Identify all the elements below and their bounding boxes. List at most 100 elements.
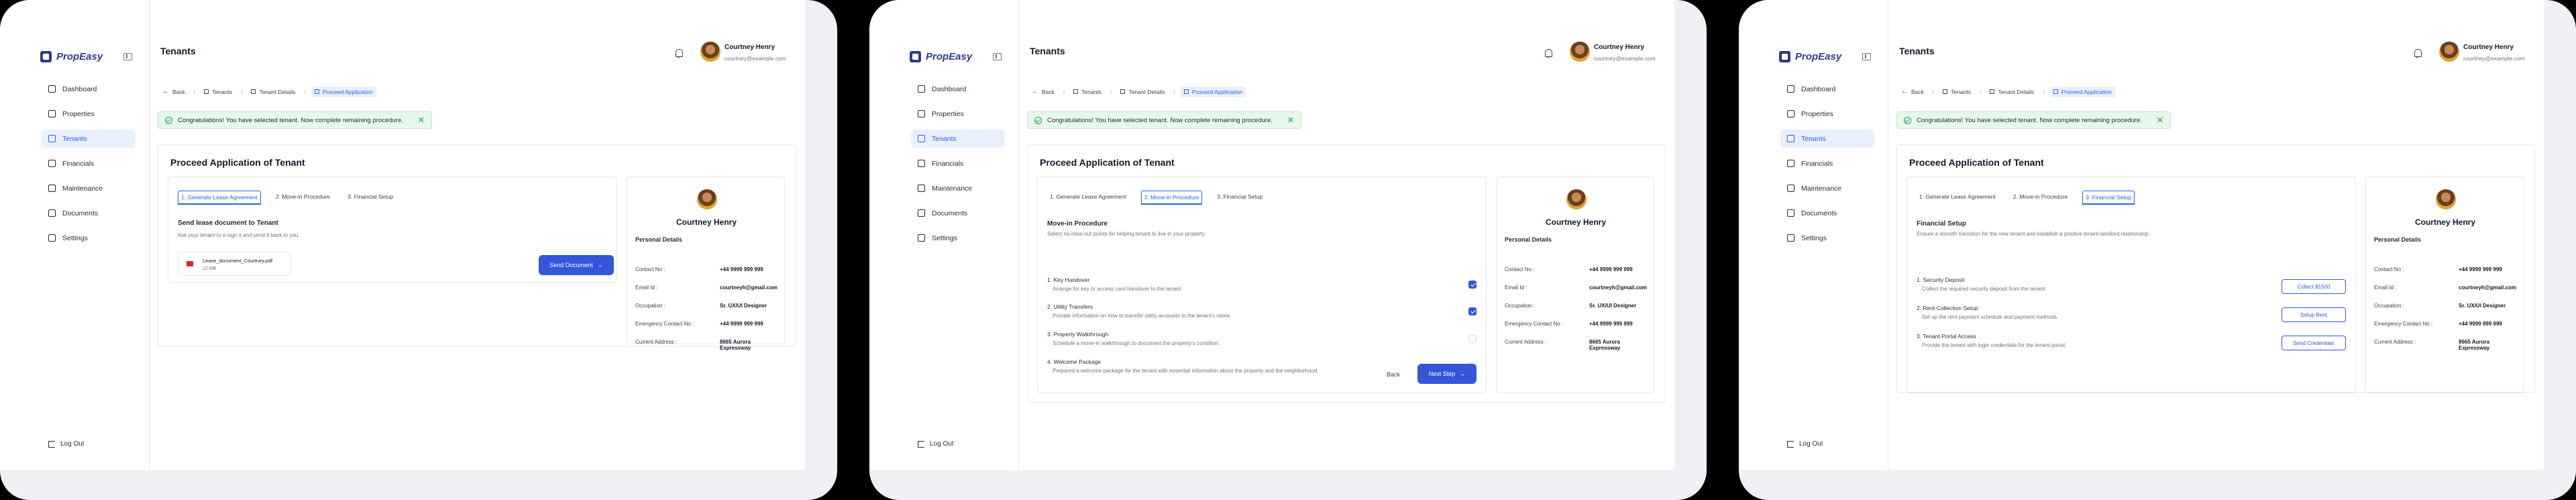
breadcrumb-item[interactable]: Tenants xyxy=(1070,87,1105,97)
sidebar-toggle-icon[interactable] xyxy=(993,53,1002,60)
close-icon[interactable]: ✕ xyxy=(2157,115,2163,125)
sidebar-item-documents[interactable]: Documents xyxy=(42,204,136,222)
bell-icon[interactable] xyxy=(674,48,683,58)
avatar[interactable] xyxy=(1570,42,1590,62)
move-in-step: 2. Utility Transfers Provide information… xyxy=(1047,303,1477,328)
step-checkbox[interactable] xyxy=(1468,281,1477,289)
sidebar-item-label: Financials xyxy=(1801,159,1833,168)
personal-detail-row: Current Address : 8665 Aurora Expressway xyxy=(2374,339,2522,351)
step-description: Set up the rent payment schedule and pay… xyxy=(1922,314,2059,320)
step-title: 1. Key Handover xyxy=(1047,277,1090,283)
tab-step-3[interactable]: 3. Financial Setup xyxy=(2082,191,2135,205)
sidebar-toggle-icon[interactable] xyxy=(123,53,132,60)
breadcrumb-item[interactable]: Tenant Details xyxy=(248,87,299,97)
sidebar-item-tenants[interactable]: Tenants xyxy=(1780,130,1874,148)
tab-step-1[interactable]: 1. Generate Lease Agreement xyxy=(178,191,261,205)
breadcrumb-item[interactable]: Tenants xyxy=(1939,87,1974,97)
sidebar-item-properties[interactable]: Properties xyxy=(1780,105,1874,123)
personal-detail-label: Email Id : xyxy=(1505,285,1527,291)
sidebar-item-dashboard[interactable]: Dashboard xyxy=(1780,80,1874,98)
personal-detail-value: Sr. UX/UI Designer xyxy=(720,303,767,309)
sidebar-item-label: Properties xyxy=(62,109,95,118)
breadcrumb-label: Proceed Application xyxy=(322,88,373,95)
step-checkbox[interactable] xyxy=(1468,307,1477,315)
sidebar-item-maintenance[interactable]: Maintenance xyxy=(42,179,136,197)
proceed-application-card: Proceed Application of Tenant 1. Generat… xyxy=(1896,144,2535,393)
sidebar-item-maintenance[interactable]: Maintenance xyxy=(1780,179,1874,197)
back-link[interactable]: ← Back xyxy=(1028,86,1058,97)
logout-button[interactable]: Log Out xyxy=(918,440,954,448)
sidebar-item-documents[interactable]: Documents xyxy=(1780,204,1874,222)
close-icon[interactable]: ✕ xyxy=(418,115,425,125)
sidebar-item-financials[interactable]: Financials xyxy=(911,154,1005,172)
sidebar-item-properties[interactable]: Properties xyxy=(911,105,1005,123)
personal-detail-label: Email Id : xyxy=(2374,285,2397,291)
breadcrumb-item: Proceed Application xyxy=(311,86,376,97)
sidebar-item-financials[interactable]: Financials xyxy=(42,154,136,172)
sidebar-item-maintenance[interactable]: Maintenance xyxy=(911,179,1005,197)
bell-icon[interactable] xyxy=(2413,48,2422,58)
tab-step-1[interactable]: 1. Generate Lease Agreement xyxy=(1917,191,1998,205)
personal-detail-label: Email Id : xyxy=(635,285,658,291)
sidebar-item-dashboard[interactable]: Dashboard xyxy=(42,80,136,98)
sidebar-item-label: Maintenance xyxy=(62,184,103,193)
tab-step-2[interactable]: 2. Move-in Procedure xyxy=(1140,191,1203,205)
back-link[interactable]: ← Back xyxy=(159,86,189,97)
sidebar-item-settings[interactable]: Settings xyxy=(911,229,1005,247)
breadcrumb-label: Proceed Application xyxy=(1191,88,1242,95)
tab-step-2[interactable]: 2. Move-in Procedure xyxy=(2010,191,2070,205)
next-step-button[interactable]: Next Step → xyxy=(1417,364,1477,384)
brand-logo[interactable]: PropEasy xyxy=(910,51,972,62)
logout-label: Log Out xyxy=(1799,440,1823,448)
wrench-icon xyxy=(48,185,56,192)
financial-action-button[interactable]: Send Credentials xyxy=(2282,336,2346,350)
user-email: courtney@example.com xyxy=(724,55,786,62)
avatar[interactable] xyxy=(2439,42,2459,62)
user-email: courtney@example.com xyxy=(1594,55,1656,62)
personal-detail-value: +44 9999 999 999 xyxy=(720,266,763,272)
sidebar-item-properties[interactable]: Properties xyxy=(42,105,136,123)
financial-setup-panel: 1. Generate Lease Agreement 2. Move-in Pr… xyxy=(1907,177,2356,393)
document-icon xyxy=(1787,209,1794,217)
breadcrumb-item[interactable]: Tenants xyxy=(201,87,235,97)
step-checkbox[interactable] xyxy=(1468,335,1477,343)
logout-button[interactable]: Log Out xyxy=(1787,440,1823,448)
sidebar-nav: Dashboard Properties Tenants Financials … xyxy=(1780,80,1874,254)
tab-step-2[interactable]: 2. Move-in Procedure xyxy=(273,191,333,205)
back-button[interactable]: Back xyxy=(1387,371,1400,378)
sidebar-nav: Dashboard Properties Tenants Financials … xyxy=(42,80,136,254)
brand-logo[interactable]: PropEasy xyxy=(40,51,103,62)
breadcrumb-item: Proceed Application xyxy=(1180,86,1246,97)
lease-document-attachment[interactable]: Lease_document_Courtney.pdf 12 MB xyxy=(178,252,290,276)
back-label: Back xyxy=(1042,88,1055,95)
logout-button[interactable]: Log Out xyxy=(48,440,85,448)
tab-step-1[interactable]: 1. Generate Lease Agreement xyxy=(1047,191,1129,205)
financial-action-button[interactable]: Setup Rent xyxy=(2282,307,2346,322)
breadcrumb-icon xyxy=(1183,89,1189,94)
financial-action-button[interactable]: Collect $1500 xyxy=(2282,279,2346,294)
avatar[interactable] xyxy=(700,42,720,62)
sidebar-item-settings[interactable]: Settings xyxy=(42,229,136,247)
breadcrumb-item[interactable]: Tenant Details xyxy=(1117,87,1168,97)
sidebar-item-documents[interactable]: Documents xyxy=(911,204,1005,222)
sidebar-item-tenants[interactable]: Tenants xyxy=(42,130,136,148)
bell-icon[interactable] xyxy=(1544,48,1552,58)
sidebar-item-financials[interactable]: Financials xyxy=(1780,154,1874,172)
sidebar-item-dashboard[interactable]: Dashboard xyxy=(911,80,1005,98)
wrench-icon xyxy=(1787,185,1794,192)
brand-logo[interactable]: PropEasy xyxy=(1779,51,1841,62)
breadcrumb-icon xyxy=(1943,89,1948,94)
close-icon[interactable]: ✕ xyxy=(1287,115,1294,125)
tab-step-3[interactable]: 3. Financial Setup xyxy=(345,191,396,205)
breadcrumb-icon xyxy=(251,89,256,94)
sidebar-item-label: Maintenance xyxy=(932,184,973,193)
send-document-button[interactable]: Send Document → xyxy=(539,255,614,275)
sidebar-toggle-icon[interactable] xyxy=(1862,53,1871,60)
personal-detail-label: Current Address : xyxy=(635,339,678,345)
tenant-name: Courtney Henry xyxy=(2414,217,2476,227)
tab-step-3[interactable]: 3. Financial Setup xyxy=(1214,191,1265,205)
sidebar-item-tenants[interactable]: Tenants xyxy=(911,130,1005,148)
sidebar-item-settings[interactable]: Settings xyxy=(1780,229,1874,247)
back-link[interactable]: ← Back xyxy=(1898,86,1927,97)
breadcrumb-item[interactable]: Tenant Details xyxy=(1986,87,2037,97)
